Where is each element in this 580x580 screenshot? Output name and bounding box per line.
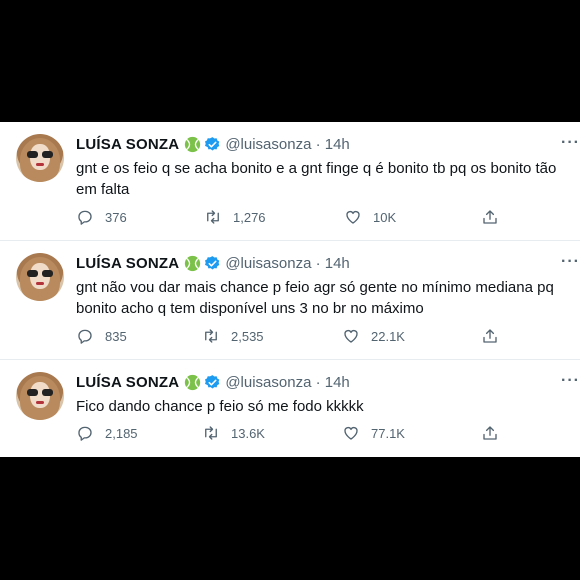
tennis-ball-icon bbox=[185, 136, 201, 152]
reply-count: 835 bbox=[105, 328, 127, 344]
reply-count: 376 bbox=[105, 209, 127, 225]
tweet-actions: 835 2,535 22.1K bbox=[76, 327, 506, 347]
tweet-header: LUÍSA SONZA @luisasonza · 14h bbox=[76, 253, 350, 273]
tweet[interactable]: LUÍSA SONZA @luisasonza · 14h ··· Fico d… bbox=[0, 360, 580, 457]
tweet-header: LUÍSA SONZA @luisasonza · 14h bbox=[76, 134, 350, 154]
tweet[interactable]: LUÍSA SONZA @luisasonza · 14h ··· gnt e … bbox=[0, 122, 580, 241]
tweet-actions: 376 1,276 10K bbox=[76, 208, 506, 228]
verified-badge-icon bbox=[205, 374, 220, 389]
retweet-count: 1,276 bbox=[233, 209, 266, 225]
display-name[interactable]: LUÍSA SONZA bbox=[76, 255, 179, 272]
share-button[interactable] bbox=[481, 327, 510, 345]
verified-badge-icon bbox=[205, 136, 220, 151]
more-options-icon[interactable]: ··· bbox=[561, 253, 580, 271]
retweet-count: 2,535 bbox=[231, 328, 264, 344]
tweet-text: Fico dando chance p feio só me fodo kkkk… bbox=[76, 398, 364, 415]
tweet[interactable]: LUÍSA SONZA @luisasonza · 14h ··· gnt nã… bbox=[0, 241, 580, 360]
retweet-button[interactable]: 13.6K bbox=[202, 424, 265, 442]
share-icon bbox=[483, 210, 497, 224]
share-icon bbox=[483, 426, 497, 440]
display-name[interactable]: LUÍSA SONZA bbox=[76, 136, 179, 153]
retweet-icon bbox=[207, 210, 219, 224]
handle-and-time[interactable]: @luisasonza · 14h bbox=[225, 136, 349, 153]
share-icon bbox=[483, 329, 497, 343]
share-button[interactable] bbox=[481, 208, 510, 226]
tweet-actions: 2,185 13.6K 77.1K bbox=[76, 424, 506, 444]
like-button[interactable]: 77.1K bbox=[342, 424, 405, 442]
retweet-count: 13.6K bbox=[231, 425, 265, 441]
heart-icon bbox=[344, 426, 358, 440]
reply-button[interactable]: 2,185 bbox=[76, 424, 138, 442]
avatar[interactable] bbox=[16, 253, 64, 301]
retweet-button[interactable]: 1,276 bbox=[204, 208, 266, 226]
display-name[interactable]: LUÍSA SONZA bbox=[76, 374, 179, 391]
tweet-header: LUÍSA SONZA @luisasonza · 14h bbox=[76, 372, 350, 392]
reply-icon bbox=[78, 426, 92, 441]
like-button[interactable]: 10K bbox=[344, 208, 396, 226]
tennis-ball-icon bbox=[185, 255, 201, 271]
like-count: 10K bbox=[373, 209, 397, 225]
heart-icon bbox=[344, 329, 358, 343]
tweet-text: gnt não vou dar mais chance p feio agr s… bbox=[76, 279, 554, 317]
handle-and-time[interactable]: @luisasonza · 14h bbox=[225, 255, 349, 272]
like-count: 22.1K bbox=[371, 328, 405, 344]
like-button[interactable]: 22.1K bbox=[342, 327, 405, 345]
like-count: 77.1K bbox=[371, 425, 405, 441]
heart-icon bbox=[346, 210, 360, 224]
avatar[interactable] bbox=[16, 372, 64, 420]
retweet-button[interactable]: 2,535 bbox=[202, 327, 264, 345]
reply-button[interactable]: 835 bbox=[76, 327, 127, 345]
verified-badge-icon bbox=[205, 255, 220, 270]
tweet-feed: LUÍSA SONZA @luisasonza · 14h ··· gnt e … bbox=[0, 122, 580, 457]
retweet-icon bbox=[205, 426, 217, 440]
handle-and-time[interactable]: @luisasonza · 14h bbox=[225, 374, 349, 391]
reply-count: 2,185 bbox=[105, 425, 138, 441]
retweet-icon bbox=[205, 329, 217, 343]
more-options-icon[interactable]: ··· bbox=[561, 134, 580, 152]
tweet-text: gnt e os feio q se acha bonito e a gnt f… bbox=[76, 160, 557, 198]
more-options-icon[interactable]: ··· bbox=[561, 372, 580, 390]
reply-icon bbox=[78, 210, 92, 225]
avatar[interactable] bbox=[16, 134, 64, 182]
tennis-ball-icon bbox=[185, 374, 201, 390]
share-button[interactable] bbox=[481, 424, 510, 442]
reply-button[interactable]: 376 bbox=[76, 208, 127, 226]
reply-icon bbox=[78, 329, 92, 344]
